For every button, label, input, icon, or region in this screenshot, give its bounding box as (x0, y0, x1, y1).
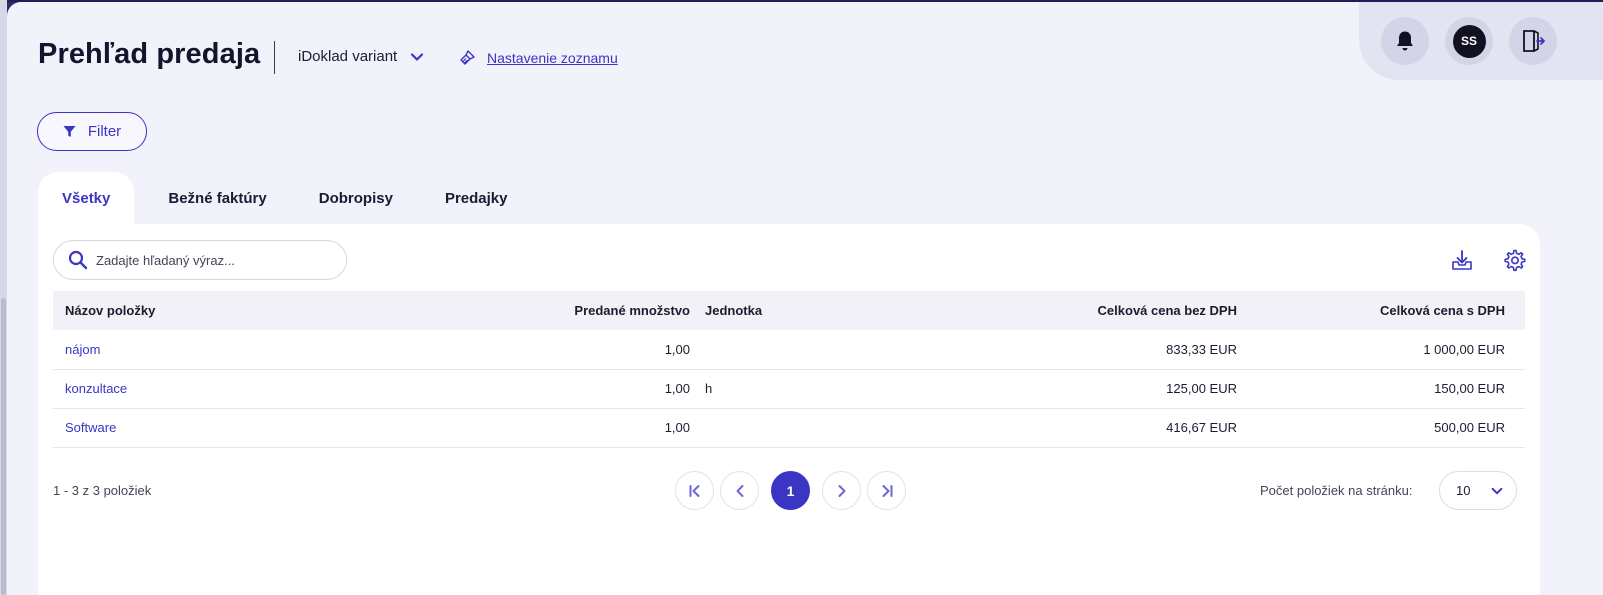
column-header-item-name[interactable]: Názov položky (53, 291, 296, 330)
column-header-quantity[interactable]: Predané množstvo (296, 291, 693, 330)
search-box[interactable] (53, 240, 347, 280)
tab-credit-notes[interactable]: Dobropisy (293, 172, 419, 224)
tab-all[interactable]: Všetky (38, 172, 135, 224)
item-unit (693, 330, 893, 370)
gear-icon (1504, 249, 1526, 272)
search-icon (68, 250, 88, 270)
item-gross-price: 150,00 EUR (1245, 369, 1525, 409)
per-page-label: Počet položiek na stránku: (1260, 483, 1413, 498)
items-count: 1 - 3 z 3 položiek (53, 483, 152, 498)
pagination: 1 (675, 471, 906, 510)
logout-button[interactable] (1509, 17, 1557, 65)
table-row[interactable]: Software 1,00 416,67 EUR 500,00 EUR (53, 408, 1525, 448)
item-name[interactable]: konzultace (53, 369, 296, 409)
scrollbar-thumb[interactable] (1, 298, 6, 595)
filter-funnel-icon (63, 126, 76, 137)
table-row[interactable]: nájom 1,00 833,33 EUR 1 000,00 EUR (53, 330, 1525, 370)
table-settings-button[interactable] (1500, 246, 1528, 274)
download-tray-icon (1452, 250, 1472, 270)
tab-receipts[interactable]: Predajky (419, 172, 534, 224)
avatar[interactable]: SS (1445, 17, 1493, 65)
variant-dropdown[interactable]: iDoklad variant (298, 48, 425, 65)
left-scroll-strip (0, 0, 7, 595)
chevron-down-icon (411, 52, 424, 61)
page-title: Prehľad predaja (38, 38, 261, 70)
item-name[interactable]: Software (53, 408, 296, 448)
list-settings-link[interactable]: Nastavenie zoznamu (487, 50, 618, 66)
item-net-price: 833,33 EUR (893, 330, 1245, 370)
item-unit: h (693, 369, 893, 409)
table-row[interactable]: konzultace 1,00 h 125,00 EUR 150,00 EUR (53, 369, 1525, 409)
item-quantity: 1,00 (296, 408, 693, 448)
item-quantity: 1,00 (296, 369, 693, 409)
logout-door-icon (1523, 30, 1545, 52)
first-page-button[interactable] (675, 471, 714, 510)
sales-table: Názov položky Predané množstvo Jednotka … (53, 291, 1525, 448)
item-net-price: 125,00 EUR (893, 369, 1245, 409)
per-page-select[interactable]: 10 (1439, 471, 1517, 510)
last-page-button[interactable] (867, 471, 906, 510)
item-name[interactable]: nájom (53, 330, 296, 370)
tab-regular-invoices[interactable]: Bežné faktúry (142, 172, 292, 224)
app-main: Prehľad predaja iDoklad variant Nastaven… (7, 2, 1603, 595)
chevron-left-icon (736, 484, 743, 497)
table-header-row: Názov položky Predané množstvo Jednotka … (53, 291, 1525, 330)
item-gross-price: 500,00 EUR (1245, 408, 1525, 448)
filter-label: Filter (87, 123, 122, 140)
item-gross-price: 1 000,00 EUR (1245, 330, 1525, 370)
notifications-button[interactable] (1381, 17, 1429, 65)
card-actions (1448, 246, 1528, 274)
item-unit (693, 408, 893, 448)
top-right-toolbar: SS (1359, 2, 1603, 80)
chevron-right-icon (838, 484, 845, 497)
document-tabs: Všetky Bežné faktúry Dobropisy Predajky (38, 172, 533, 224)
column-header-unit[interactable]: Jednotka (693, 291, 893, 330)
list-settings[interactable]: Nastavenie zoznamu (457, 48, 618, 68)
header-divider (274, 41, 275, 74)
item-net-price: 416,67 EUR (893, 408, 1245, 448)
search-input[interactable] (96, 252, 336, 268)
next-page-button[interactable] (822, 471, 861, 510)
export-button[interactable] (1448, 246, 1476, 274)
current-page-button[interactable]: 1 (771, 471, 810, 510)
variant-label: iDoklad variant (298, 48, 398, 65)
bell-icon (1397, 31, 1413, 51)
last-page-icon (882, 484, 892, 497)
filter-button[interactable]: Filter (37, 112, 147, 151)
sales-list-card: Názov položky Predané množstvo Jednotka … (38, 224, 1540, 595)
per-page-value: 10 (1456, 483, 1471, 498)
column-header-gross-price[interactable]: Celková cena s DPH (1245, 291, 1525, 330)
chevron-down-icon (1491, 487, 1503, 494)
avatar-initials: SS (1452, 24, 1486, 58)
first-page-icon (689, 484, 699, 497)
previous-page-button[interactable] (720, 471, 759, 510)
brush-icon (460, 50, 475, 65)
column-header-net-price[interactable]: Celková cena bez DPH (893, 291, 1245, 330)
item-quantity: 1,00 (296, 330, 693, 370)
